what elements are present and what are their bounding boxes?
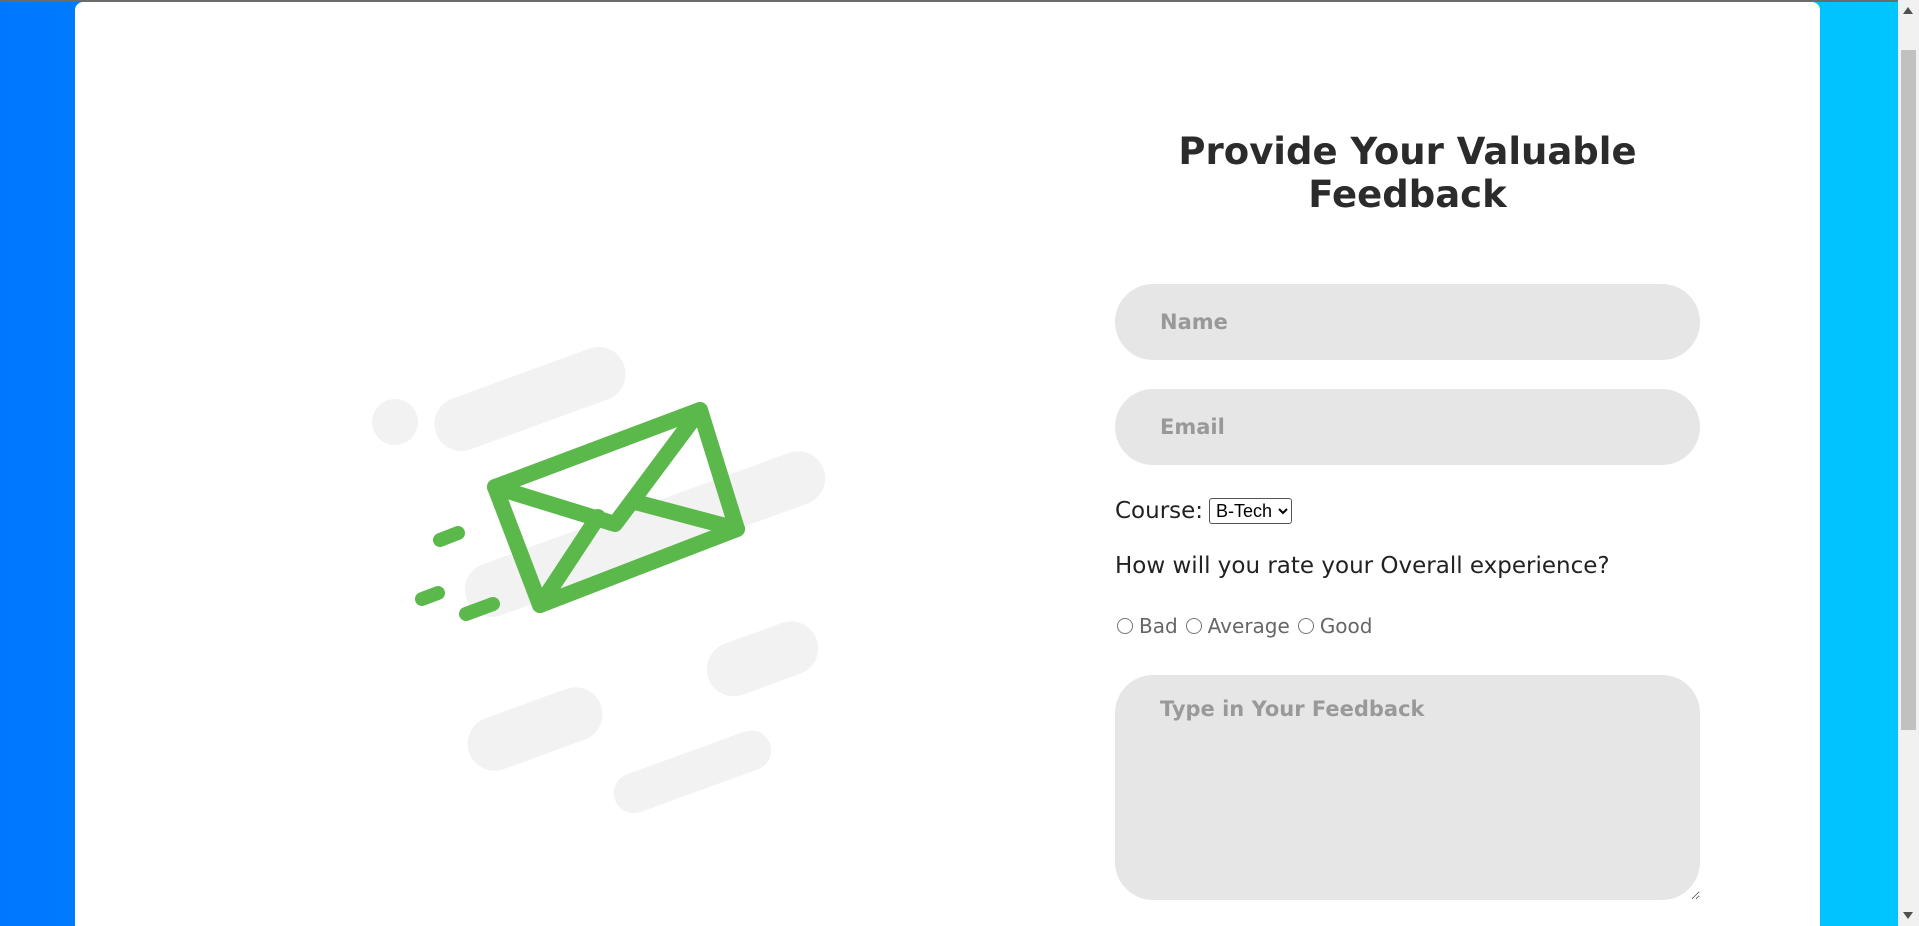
scroll-up-arrow-icon[interactable] [1903,7,1913,14]
scrollbar-thumb[interactable] [1901,50,1916,730]
decor-streak [613,730,772,814]
email-input[interactable] [1115,389,1700,465]
feedback-textarea[interactable] [1115,675,1700,900]
course-row: Course: B-Tech [1115,496,1293,526]
rating-label-good: Good [1319,614,1373,638]
rating-options: Bad Average Good [1115,614,1378,638]
rating-radio-good[interactable] [1297,618,1314,634]
page: Provide Your Valuable Feedback Course: B… [0,0,1919,926]
rating-radio-average[interactable] [1185,618,1202,634]
form-title: Provide Your Valuable Feedback [1178,130,1637,216]
rating-radio-bad[interactable] [1117,618,1133,634]
course-select[interactable]: B-Tech [1209,498,1293,524]
vertical-scrollbar[interactable] [1898,0,1919,926]
decor-streak [706,621,819,697]
scroll-down-arrow-icon[interactable] [1903,912,1913,919]
rating-question: How will you rate your Overall experienc… [1115,553,1610,579]
course-label: Course: [1115,498,1204,524]
envelope-illustration [372,347,826,814]
decor-dot [372,399,418,445]
rating-label-average: Average [1207,614,1290,638]
feedback-card: Provide Your Valuable Feedback Course: B… [75,2,1820,926]
decor-streak [467,687,603,771]
name-input[interactable] [1115,284,1700,360]
feedback-form: Provide Your Valuable Feedback Course: B… [1115,2,1700,926]
rating-label-bad: Bad [1139,614,1178,638]
